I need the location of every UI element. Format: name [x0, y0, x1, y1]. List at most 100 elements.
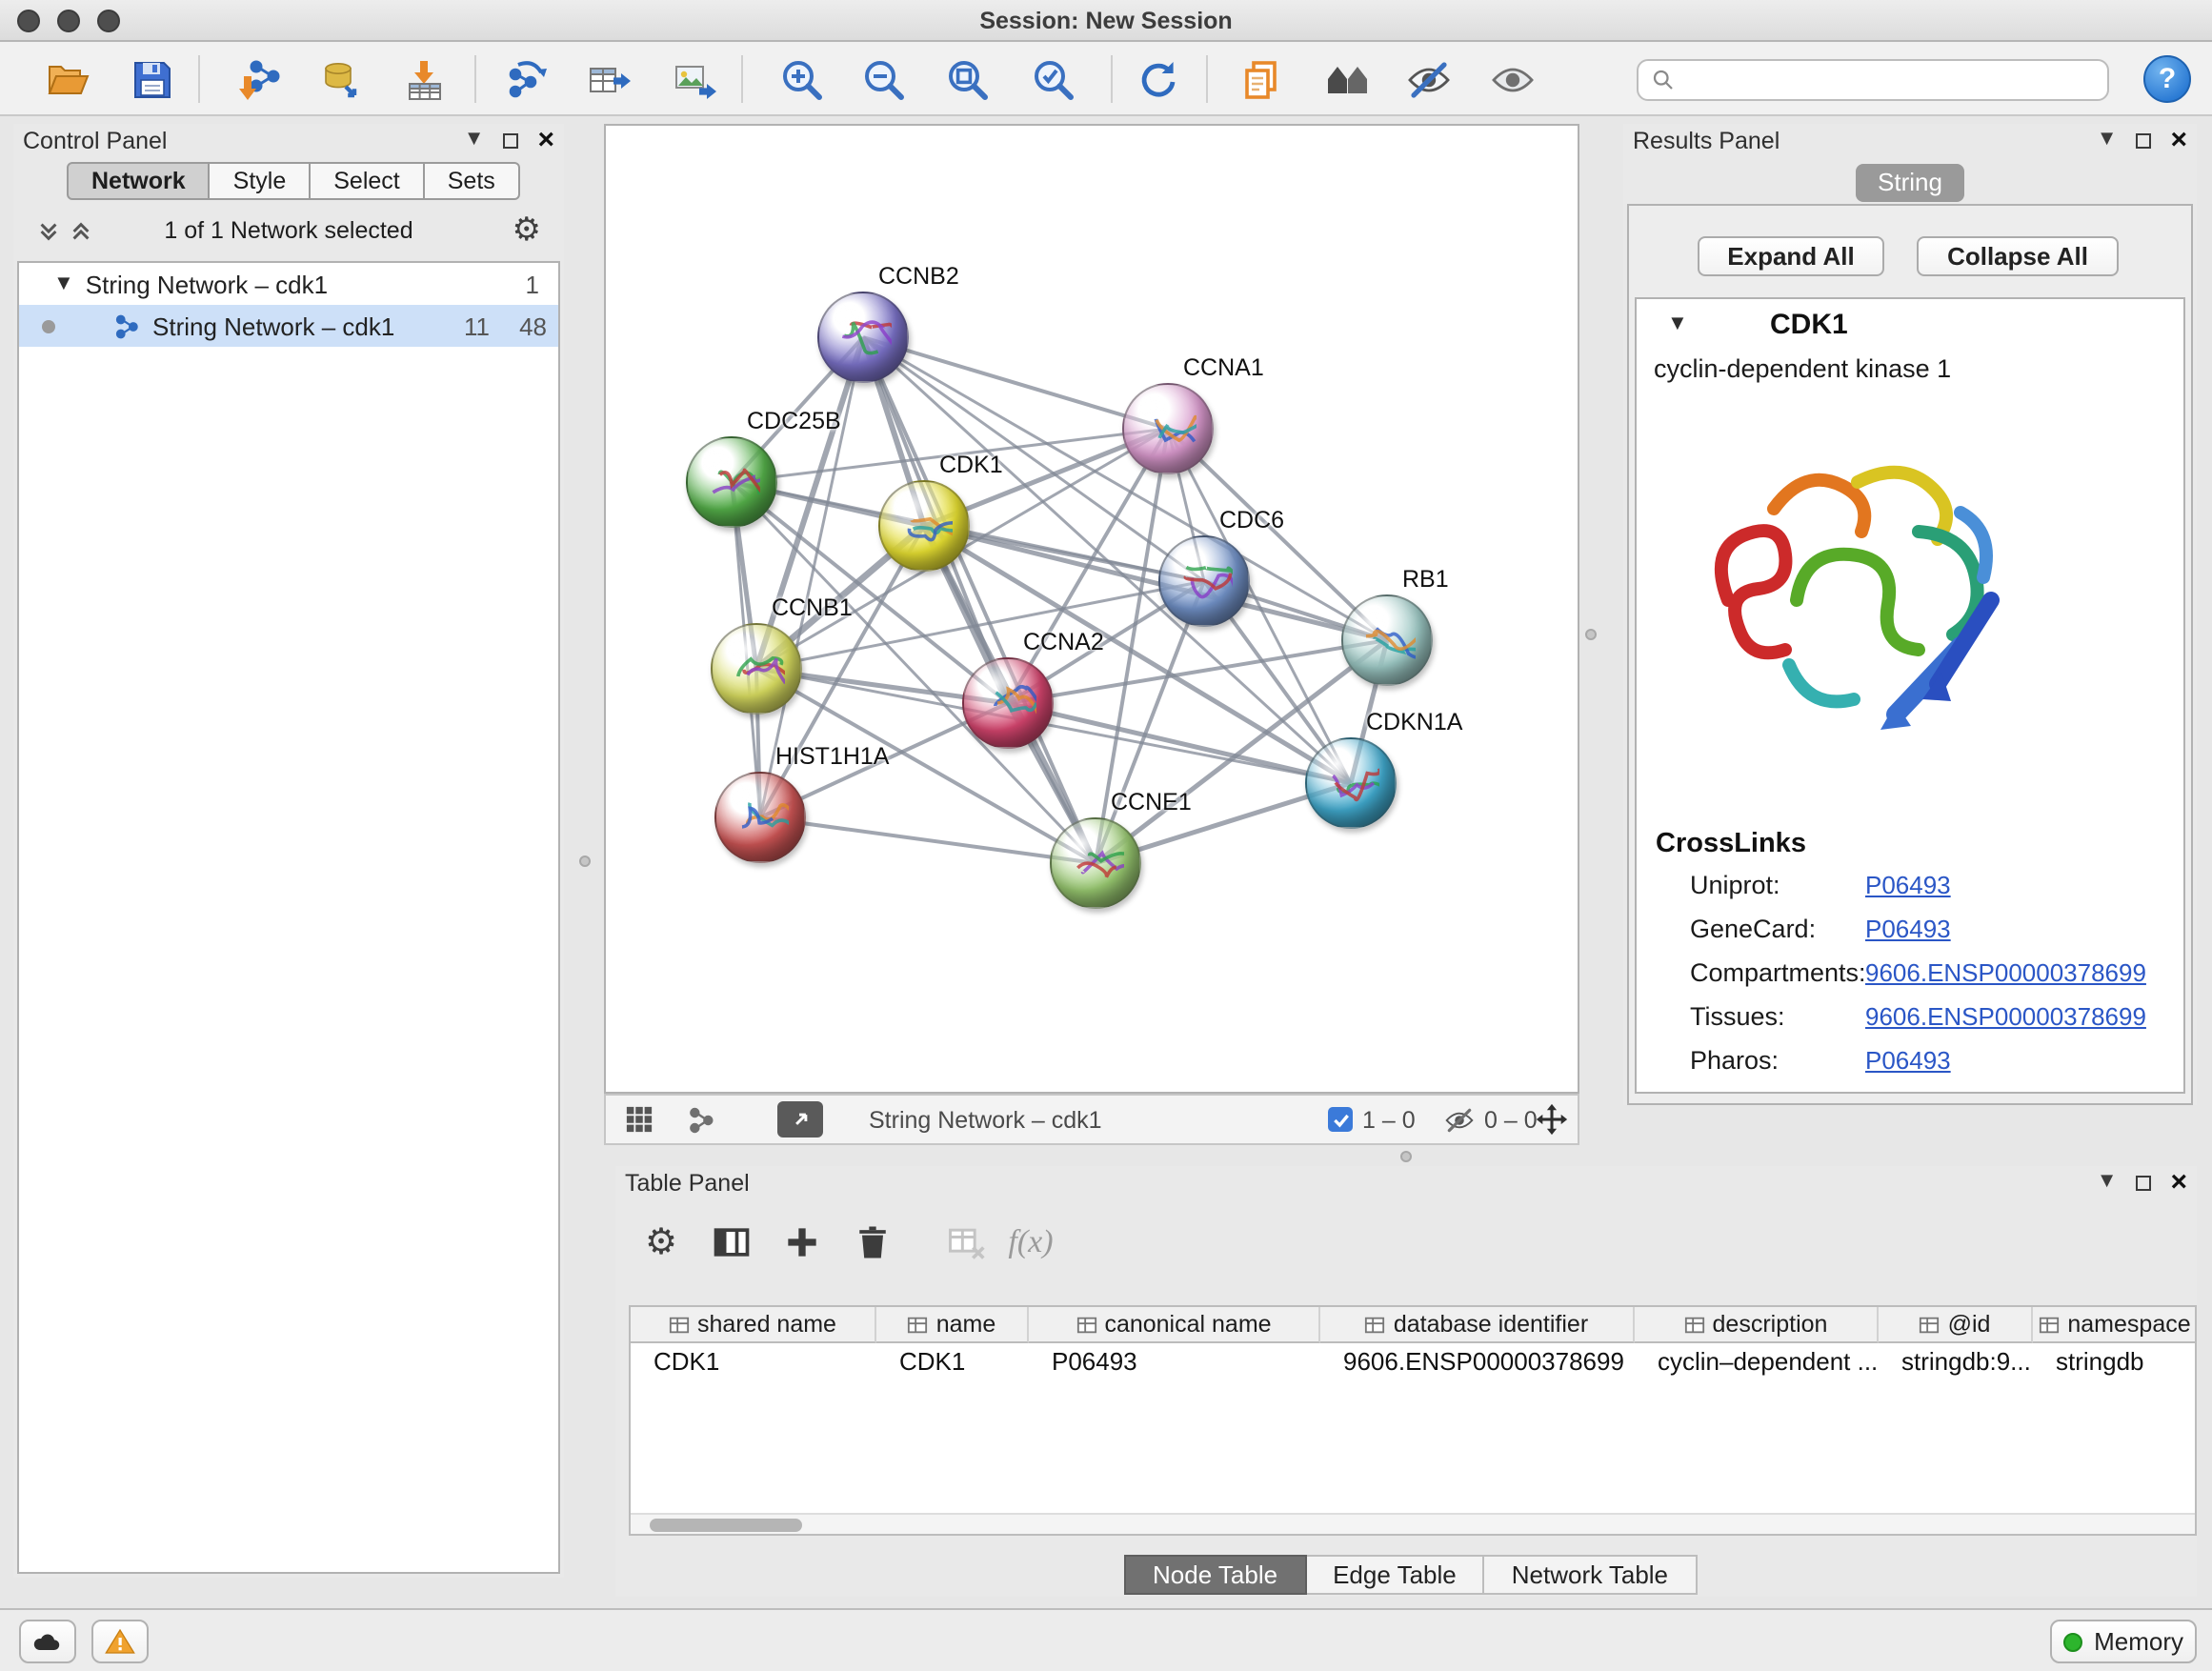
- show-all-button[interactable]: [1486, 53, 1538, 105]
- import-network-file-button[interactable]: [232, 53, 284, 105]
- show-columns-button[interactable]: [705, 1216, 758, 1269]
- checkbox-icon[interactable]: [1328, 1107, 1353, 1132]
- network-node-CCNB2[interactable]: [817, 292, 909, 383]
- float-panel-icon[interactable]: [503, 132, 518, 148]
- network-edge[interactable]: [760, 817, 1096, 863]
- network-type-button[interactable]: [686, 1096, 716, 1143]
- import-table-button[interactable]: [398, 53, 450, 105]
- float-panel-icon[interactable]: [2136, 132, 2151, 148]
- open-in-window-button[interactable]: [777, 1096, 823, 1143]
- network-node-CDC6[interactable]: [1158, 535, 1250, 627]
- tab-sets[interactable]: Sets: [425, 162, 520, 200]
- pan-tool-button[interactable]: [1536, 1096, 1568, 1143]
- zoom-selected-button[interactable]: [1027, 53, 1078, 105]
- export-table-button[interactable]: [581, 53, 633, 105]
- memory-button[interactable]: Memory: [2050, 1620, 2197, 1663]
- table-row[interactable]: CDK1 CDK1 P06493 9606.ENSP00000378699 cy…: [631, 1343, 2195, 1379]
- expand-all-button[interactable]: Expand All: [1698, 236, 1884, 276]
- hide-selected-button[interactable]: [1402, 53, 1454, 105]
- warnings-button[interactable]: [91, 1620, 149, 1663]
- search-input[interactable]: [1684, 67, 2107, 93]
- close-panel-icon[interactable]: ×: [2170, 1168, 2187, 1197]
- horizontal-splitter-handle[interactable]: [1400, 1151, 1412, 1162]
- tab-edge-table[interactable]: Edge Table: [1306, 1555, 1485, 1595]
- network-node-CCNA1[interactable]: [1122, 383, 1214, 474]
- column-header[interactable]: namespace: [2033, 1307, 2197, 1343]
- network-node-CDK1[interactable]: [878, 480, 970, 572]
- network-node-HIST1H1A[interactable]: [714, 772, 806, 863]
- delete-column-button[interactable]: [846, 1216, 899, 1269]
- table-cell[interactable]: stringdb:9...: [1879, 1343, 2033, 1379]
- refresh-view-button[interactable]: [1132, 53, 1183, 105]
- tab-style[interactable]: Style: [211, 162, 312, 200]
- close-panel-icon[interactable]: ×: [537, 126, 554, 154]
- chevron-down-icon[interactable]: ▼: [2097, 130, 2118, 151]
- import-network-database-button[interactable]: [314, 53, 366, 105]
- gear-icon[interactable]: ⚙: [513, 213, 542, 246]
- minimize-window-icon[interactable]: [57, 10, 80, 32]
- table-cell[interactable]: CDK1: [631, 1343, 876, 1379]
- column-header[interactable]: name: [876, 1307, 1029, 1343]
- float-panel-icon[interactable]: [2136, 1175, 2151, 1190]
- save-session-button[interactable]: [126, 53, 177, 105]
- column-header[interactable]: @id: [1879, 1307, 2033, 1343]
- birdseye-toggle-button[interactable]: [625, 1096, 654, 1143]
- crosslink-link[interactable]: P06493: [1865, 871, 1951, 899]
- column-header[interactable]: canonical name: [1029, 1307, 1320, 1343]
- column-header[interactable]: shared name: [631, 1307, 876, 1343]
- chevron-down-icon[interactable]: ▼: [464, 130, 485, 151]
- disclosure-triangle-icon[interactable]: ▼: [1667, 312, 1688, 335]
- table-cell[interactable]: cyclin–dependent ...: [1635, 1343, 1879, 1379]
- help-button[interactable]: ?: [2143, 55, 2191, 103]
- crosslink-link[interactable]: P06493: [1865, 1046, 1951, 1075]
- fit-content-button[interactable]: [941, 53, 993, 105]
- close-panel-icon[interactable]: ×: [2170, 126, 2187, 154]
- horizontal-scrollbar[interactable]: [631, 1513, 2195, 1534]
- crosslink-link[interactable]: P06493: [1865, 915, 1951, 943]
- create-column-button[interactable]: [775, 1216, 829, 1269]
- table-cell[interactable]: stringdb: [2033, 1343, 2197, 1379]
- disclosure-triangle-icon[interactable]: ▼: [53, 272, 74, 295]
- scrollbar-thumb[interactable]: [650, 1519, 802, 1532]
- network-node-CCNA2[interactable]: [962, 657, 1054, 749]
- search-field[interactable]: [1637, 59, 2109, 101]
- column-header[interactable]: description: [1635, 1307, 1879, 1343]
- table-cell[interactable]: CDK1: [876, 1343, 1029, 1379]
- maximize-window-icon[interactable]: [97, 10, 120, 32]
- network-view-canvas[interactable]: CCNB2CCNA1CDC25BCDK1CDC6RB1CCNB1CCNA2CDK…: [604, 124, 1579, 1094]
- table-cell[interactable]: P06493: [1029, 1343, 1320, 1379]
- tree-row-collection[interactable]: ▼ String Network – cdk1 1: [19, 263, 558, 305]
- export-image-button[interactable]: [667, 53, 718, 105]
- network-node-CCNE1[interactable]: [1050, 817, 1141, 909]
- vertical-splitter-handle[interactable]: [1585, 629, 1597, 640]
- network-edge[interactable]: [863, 337, 1096, 863]
- table-settings-button[interactable]: ⚙: [634, 1216, 688, 1269]
- network-node-CCNB1[interactable]: [711, 623, 802, 715]
- vertical-splitter-handle[interactable]: [579, 856, 591, 867]
- cloud-status-button[interactable]: [19, 1620, 76, 1663]
- export-network-button[interactable]: [499, 53, 551, 105]
- collapse-all-button[interactable]: Collapse All: [1917, 236, 2119, 276]
- close-window-icon[interactable]: [17, 10, 40, 32]
- eye-slash-icon[interactable]: [1444, 1104, 1475, 1135]
- string-tab[interactable]: String: [1623, 164, 2197, 202]
- zoom-in-button[interactable]: [775, 53, 827, 105]
- table-cell[interactable]: 9606.ENSP00000378699: [1320, 1343, 1635, 1379]
- tree-row-network[interactable]: String Network – cdk1 11 48: [19, 305, 558, 347]
- first-neighbors-button[interactable]: [1320, 53, 1372, 105]
- network-node-CDC25B[interactable]: [686, 436, 777, 528]
- tab-network[interactable]: Network: [67, 162, 211, 200]
- crosslink-link[interactable]: 9606.ENSP00000378699: [1865, 958, 2146, 987]
- open-session-button[interactable]: [42, 53, 93, 105]
- network-node-RB1[interactable]: [1341, 594, 1433, 686]
- network-node-CDKN1A[interactable]: [1305, 737, 1397, 829]
- network-edge[interactable]: [863, 337, 1168, 429]
- crosslink-link[interactable]: 9606.ENSP00000378699: [1865, 1002, 2146, 1031]
- tab-select[interactable]: Select: [311, 162, 425, 200]
- tab-node-table[interactable]: Node Table: [1124, 1555, 1306, 1595]
- tab-network-table[interactable]: Network Table: [1485, 1555, 1697, 1595]
- column-header[interactable]: database identifier: [1320, 1307, 1635, 1343]
- duplicate-document-button[interactable]: [1235, 53, 1286, 105]
- zoom-out-button[interactable]: [857, 53, 909, 105]
- chevron-down-icon[interactable]: ▼: [2097, 1172, 2118, 1193]
